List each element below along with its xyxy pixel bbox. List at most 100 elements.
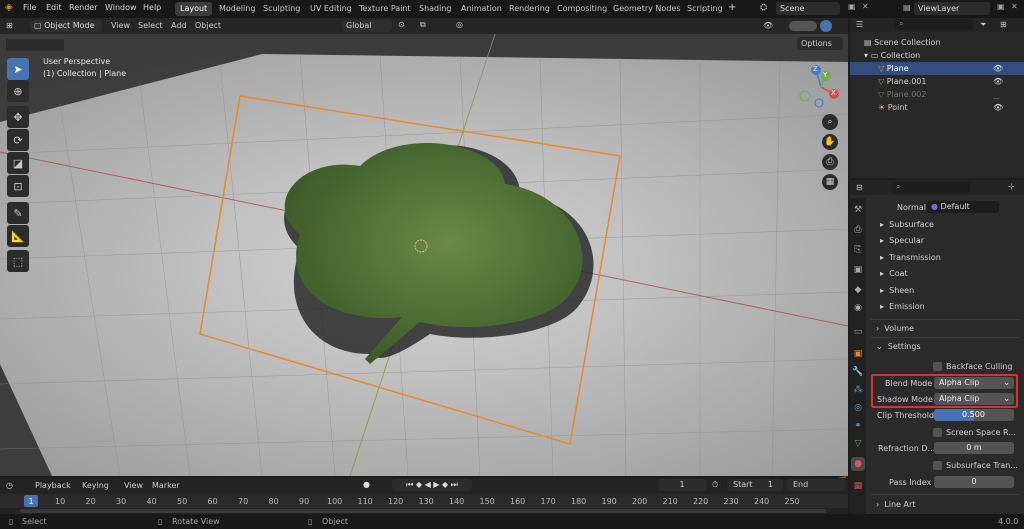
- add-cube-tool[interactable]: ⬚: [7, 250, 29, 272]
- subsurface-tran-checkbox[interactable]: [933, 461, 942, 470]
- tool-tab-icon[interactable]: ⚒: [852, 204, 864, 216]
- visibility-eye-icon[interactable]: 👁: [993, 64, 1003, 73]
- blender-logo-icon[interactable]: ◈: [5, 2, 13, 13]
- panel-settings[interactable]: ⌄ Settings: [876, 342, 921, 351]
- marker-menu[interactable]: Marker: [152, 481, 180, 490]
- shading-toggle[interactable]: [789, 21, 817, 31]
- tab-animation[interactable]: Animation: [456, 2, 507, 16]
- menu-file[interactable]: File: [23, 3, 36, 12]
- panel-transmission[interactable]: ▸ Transmission: [880, 253, 941, 262]
- outliner-search-icon[interactable]: ⌕: [895, 19, 973, 30]
- output-tab-icon[interactable]: ⎘: [852, 244, 864, 256]
- camera-icon[interactable]: ⎙: [822, 154, 838, 170]
- menu-window[interactable]: Window: [105, 3, 137, 12]
- snap-icon[interactable]: ⧉: [420, 20, 426, 30]
- shadow-mode-select[interactable]: Alpha Clip ⌄: [934, 393, 1014, 405]
- transform-tool[interactable]: ⊡: [7, 175, 29, 197]
- panel-subsurface[interactable]: ▸ Subsurface: [880, 220, 934, 229]
- current-frame-field[interactable]: 1: [658, 479, 706, 491]
- visibility-eye-icon[interactable]: 👁: [993, 77, 1003, 86]
- play-icon[interactable]: ▶: [433, 480, 439, 489]
- collection-tab-icon[interactable]: ▭: [852, 326, 864, 338]
- gizmo-neg-y-icon[interactable]: [799, 90, 811, 102]
- 3d-viewport[interactable]: ➤ ⊕ ✥ ⟳ ◪ ⊡ ✎ 📐 ⬚ User Perspective (1) C…: [0, 34, 848, 476]
- select-box-tool[interactable]: ➤: [7, 58, 29, 80]
- select-mode-buttons[interactable]: [6, 39, 64, 51]
- reverse-icon[interactable]: ◀: [425, 480, 431, 489]
- properties-editor-icon[interactable]: ⊟: [856, 183, 863, 192]
- next-key-icon[interactable]: ◆: [442, 480, 448, 489]
- cursor-tool[interactable]: ⊕: [7, 80, 29, 102]
- outliner-collection[interactable]: ▾ ▭ Collection: [864, 51, 920, 60]
- outliner-item-plane-002[interactable]: ▽ Plane.002: [878, 90, 926, 99]
- annotate-tool[interactable]: ✎: [7, 202, 29, 224]
- scale-tool[interactable]: ◪: [7, 152, 29, 174]
- menu-object[interactable]: Object: [195, 21, 221, 30]
- visibility-eye-icon[interactable]: 👁: [993, 103, 1003, 112]
- outliner-editor-icon[interactable]: ☰: [856, 20, 863, 29]
- render-tab-icon[interactable]: ⎙: [852, 224, 864, 236]
- refraction-field[interactable]: 0 m: [934, 442, 1014, 454]
- jump-end-icon[interactable]: ⏭: [451, 480, 458, 489]
- tab-compositing[interactable]: Compositing: [552, 2, 612, 16]
- timeline-scrollbar[interactable]: [20, 509, 826, 513]
- physics-tab-icon[interactable]: ◎: [852, 402, 864, 414]
- screen-space-checkbox[interactable]: [933, 428, 942, 437]
- tab-scripting[interactable]: Scripting: [682, 2, 728, 16]
- grid-icon[interactable]: ▦: [822, 174, 838, 190]
- navigation-gizmo[interactable]: Z X Y: [798, 64, 844, 110]
- menu-add[interactable]: Add: [171, 21, 187, 30]
- prev-key-icon[interactable]: ◆: [416, 480, 422, 489]
- new-collection-icon[interactable]: ⊞: [1000, 20, 1007, 29]
- gizmo-neg-z-icon[interactable]: [814, 98, 824, 108]
- rotate-tool[interactable]: ⟳: [7, 129, 29, 151]
- world-tab-icon[interactable]: ◉: [852, 302, 864, 314]
- zoom-icon[interactable]: ⌕: [822, 114, 838, 130]
- jump-start-icon[interactable]: ⏮: [406, 480, 413, 489]
- tab-layout[interactable]: Layout: [175, 2, 213, 16]
- panel-line-art[interactable]: › Line Art: [876, 500, 915, 509]
- scene-selector[interactable]: Scene: [776, 2, 840, 15]
- options-button[interactable]: Options: [797, 37, 843, 50]
- panel-specular[interactable]: ▸ Specular: [880, 236, 924, 245]
- view-layer-tab-icon[interactable]: ▣: [852, 264, 864, 276]
- tab-rendering[interactable]: Rendering: [504, 2, 555, 16]
- object-tab-icon[interactable]: ▣: [852, 348, 864, 360]
- outliner-item-point[interactable]: ☀ Point: [878, 103, 908, 112]
- filter-icon[interactable]: ⏷: [980, 20, 986, 30]
- modifier-tab-icon[interactable]: 🔧: [852, 366, 864, 378]
- add-workspace-icon[interactable]: +: [728, 2, 736, 13]
- menu-view[interactable]: View: [111, 21, 130, 30]
- end-frame-field[interactable]: End: [787, 479, 845, 491]
- playback-menu[interactable]: Playback: [35, 481, 71, 490]
- orientation-selector[interactable]: Global: [342, 20, 392, 32]
- close-layer-icon[interactable]: ✕: [1011, 2, 1018, 11]
- stopwatch-icon[interactable]: ⏱: [712, 480, 718, 490]
- data-tab-icon[interactable]: ▽: [852, 438, 864, 450]
- view-layer-icon[interactable]: ▤: [903, 3, 911, 12]
- view-layer-selector[interactable]: ViewLayer: [914, 2, 990, 15]
- panel-coat[interactable]: ▸ Coat: [880, 269, 908, 278]
- clip-threshold-slider[interactable]: 0.500: [934, 409, 1014, 421]
- texture-tab-icon[interactable]: ▦: [852, 480, 864, 492]
- start-frame-field[interactable]: Start 1: [727, 479, 783, 491]
- editor-type-icon[interactable]: ⊞: [6, 21, 13, 30]
- particles-tab-icon[interactable]: ⁂: [852, 384, 864, 396]
- panel-emission[interactable]: ▸ Emission: [880, 302, 925, 311]
- pin-icon[interactable]: ⊹: [1008, 182, 1015, 191]
- shading-solid-icon[interactable]: [820, 20, 832, 32]
- menu-help[interactable]: Help: [143, 3, 161, 12]
- measure-tool[interactable]: 📐: [7, 225, 29, 247]
- copy-layer-icon[interactable]: ▣: [997, 2, 1005, 11]
- properties-search-icon[interactable]: ⌕: [892, 182, 970, 193]
- timeline-editor-icon[interactable]: ◷: [6, 481, 13, 490]
- blend-mode-select[interactable]: Alpha Clip ⌄: [934, 377, 1014, 389]
- material-tab-icon[interactable]: ●: [852, 458, 864, 470]
- tab-geometry-nodes[interactable]: Geometry Nodes: [608, 2, 685, 16]
- backface-culling-checkbox[interactable]: [933, 362, 942, 371]
- pan-hand-icon[interactable]: ✋: [822, 134, 838, 150]
- hidden-eye-icon[interactable]: ‿: [993, 90, 999, 99]
- timeline-view-menu[interactable]: View: [124, 481, 143, 490]
- pass-index-field[interactable]: 0: [934, 476, 1014, 488]
- menu-edit[interactable]: Edit: [46, 3, 62, 12]
